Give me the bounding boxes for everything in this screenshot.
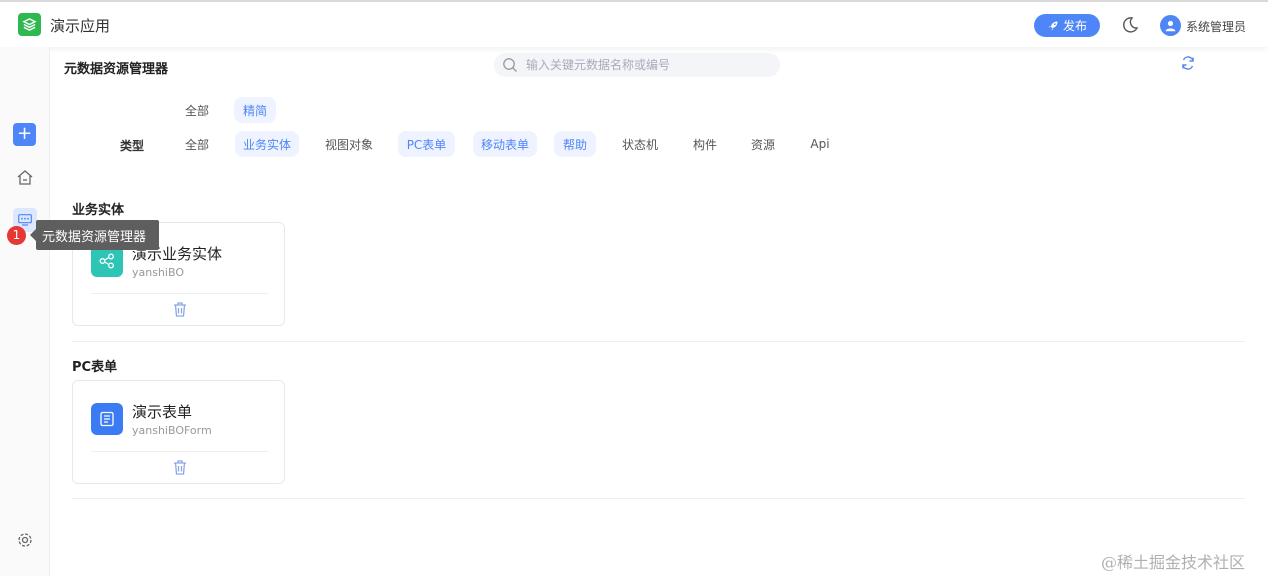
type-filter-api[interactable]: Api (801, 131, 839, 157)
card-name: 演示表单 (132, 403, 193, 421)
top-bar: 演示应用 发布 系统管理员 (0, 0, 1268, 47)
type-filter-label: 类型 (120, 139, 145, 153)
metadata-card[interactable]: 演示表单 yanshiBOForm (72, 380, 285, 484)
section-divider (72, 341, 1245, 342)
user-name[interactable]: 系统管理员 (1186, 18, 1246, 35)
type-filter-component[interactable]: 构件 (684, 131, 726, 157)
type-filter-state-machine[interactable]: 状态机 (614, 131, 666, 157)
mode-filter-compact[interactable]: 精简 (234, 97, 276, 123)
app-title: 演示应用 (50, 17, 111, 35)
card-divider (91, 293, 268, 294)
card-divider (91, 451, 268, 452)
publish-button[interactable]: 发布 (1034, 14, 1100, 37)
form-icon (91, 403, 123, 435)
type-filter-mobile-form[interactable]: 移动表单 (473, 131, 537, 157)
section-title-pc-form: PC表单 (72, 360, 118, 375)
sidebar-tooltip: 元数据资源管理器 (30, 220, 159, 250)
type-filter-resource[interactable]: 资源 (742, 131, 784, 157)
type-filter-business-entity[interactable]: 业务实体 (235, 131, 299, 157)
type-filter-view-object[interactable]: 视图对象 (316, 131, 382, 157)
type-filter-pc-form[interactable]: PC表单 (398, 131, 455, 157)
section-title-business-entity: 业务实体 (72, 203, 125, 218)
delete-icon[interactable] (172, 301, 188, 317)
type-filter-all[interactable]: 全部 (175, 131, 219, 157)
mode-filter-all[interactable]: 全部 (175, 97, 219, 123)
page-title: 元数据资源管理器 (64, 62, 169, 77)
type-filter-help[interactable]: 帮助 (554, 131, 596, 157)
moon-icon[interactable] (1121, 16, 1139, 34)
refresh-icon[interactable] (1180, 55, 1196, 71)
home-icon[interactable] (16, 169, 34, 187)
settings-icon[interactable] (16, 531, 34, 549)
notification-badge: 1 (7, 226, 26, 245)
rocket-icon (1048, 21, 1058, 30)
add-icon[interactable]: + (13, 123, 36, 146)
search-box[interactable] (494, 53, 780, 77)
publish-label: 发布 (1062, 19, 1087, 33)
delete-icon[interactable] (172, 459, 188, 475)
user-avatar[interactable] (1160, 15, 1181, 36)
watermark: @稀土掘金技术社区 (1101, 553, 1246, 572)
search-input[interactable] (526, 58, 766, 72)
section-divider (72, 498, 1245, 499)
sidebar: + (0, 47, 50, 576)
search-icon (503, 58, 517, 72)
app-logo-icon[interactable] (18, 13, 41, 36)
card-code: yanshiBO (132, 266, 184, 279)
card-code: yanshiBOForm (132, 424, 212, 437)
